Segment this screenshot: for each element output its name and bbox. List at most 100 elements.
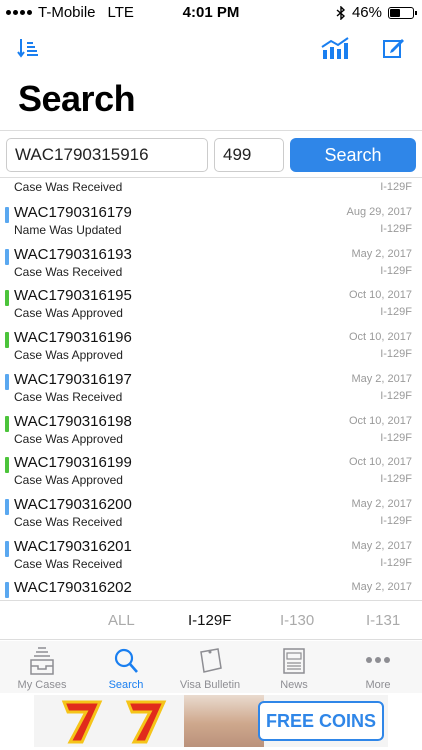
tab-label: My Cases xyxy=(17,679,67,691)
more-dots-icon xyxy=(366,657,390,663)
case-status: Case Was Received xyxy=(14,264,123,279)
list-item[interactable]: WAC1790316202Case Was ReceivedMay 2, 201… xyxy=(0,575,422,598)
tab-label: News xyxy=(280,679,308,691)
case-form: I-129F xyxy=(380,306,412,319)
tab-bar: My Cases Search Visa Bulletin News More xyxy=(0,641,422,693)
status-color-bar xyxy=(5,373,9,390)
filter-i-129f[interactable]: I-129F xyxy=(188,612,231,629)
bluetooth-icon xyxy=(336,5,345,20)
ad-banner[interactable]: FREE COINS xyxy=(0,693,422,750)
case-status: Case Was Approved xyxy=(14,473,123,488)
filter-all[interactable]: ALL xyxy=(108,612,135,629)
case-form: I-129F xyxy=(380,431,412,444)
case-date: Aug 29, 2017 xyxy=(346,206,412,218)
case-form: I-129F xyxy=(380,181,412,193)
tab-label: Search xyxy=(108,679,144,691)
ad-image xyxy=(184,695,264,747)
tab-news[interactable]: News xyxy=(252,641,336,693)
status-color-bar xyxy=(5,498,9,515)
case-form: I-129F xyxy=(380,223,412,235)
tab-label: More xyxy=(365,679,391,691)
case-form: I-129F xyxy=(380,514,412,527)
case-date: Oct 10, 2017 xyxy=(349,289,412,302)
case-number-input[interactable] xyxy=(6,138,208,172)
case-form: I-129F xyxy=(380,348,412,361)
list-item[interactable]: WAC1790316198 Case Was Approved Oct 10, 20… xyxy=(0,409,422,451)
case-status: Case Was Approved xyxy=(14,306,123,321)
case-number: WAC1790316196 xyxy=(14,329,132,347)
case-number: WAC1790316197 xyxy=(14,370,132,388)
case-number: WAC1790316201 xyxy=(14,537,132,555)
case-number: WAC1790316202 xyxy=(14,579,132,597)
tab-more[interactable]: More xyxy=(336,641,420,693)
battery-percent: 46% xyxy=(351,4,382,21)
status-color-bar xyxy=(5,207,9,223)
filter-i-130[interactable]: I-130 xyxy=(280,612,314,629)
sort-icon[interactable] xyxy=(16,36,40,60)
case-number: WAC1790316193 xyxy=(14,245,132,263)
search-icon xyxy=(114,648,138,673)
case-date: May 2, 2017 xyxy=(351,539,412,552)
status-color-bar xyxy=(5,415,9,432)
case-number: WAC1790316200 xyxy=(14,495,132,513)
case-date: Oct 10, 2017 xyxy=(349,414,412,427)
list-item[interactable]: WAC1790316179 Name Was Updated Aug 29, 201… xyxy=(0,200,422,242)
status-color-bar xyxy=(5,540,9,557)
case-status: Case Was Received xyxy=(14,556,123,571)
list-item[interactable]: WAC1790316201 Case Was Received May 2, 201… xyxy=(0,534,422,576)
battery-icon xyxy=(388,6,417,19)
list-item[interactable]: WAC1790316196 Case Was Approved Oct 10, 20… xyxy=(0,325,422,367)
case-number: WAC1790316198 xyxy=(14,412,132,430)
edit-icon[interactable] xyxy=(382,36,406,60)
tab-search[interactable]: Search xyxy=(84,641,168,693)
free-coins-button[interactable]: FREE COINS xyxy=(258,701,384,741)
case-form: I-129F xyxy=(380,556,412,569)
status-color-bar xyxy=(5,248,9,265)
search-bar: Search xyxy=(0,130,422,178)
form-filter-bar: ALL I-129F I-130 I-131 xyxy=(0,600,422,640)
list-item[interactable]: WAC1790316193 Case Was Received May 2, 201… xyxy=(0,242,422,284)
results-list[interactable]: Case Was Received I-129F WAC1790316179 Na… xyxy=(0,178,422,598)
page-title: Search xyxy=(18,78,136,119)
case-number: WAC1790316199 xyxy=(14,454,132,472)
list-item[interactable]: WAC1790316199 Case Was Approved Oct 10, 20… xyxy=(0,450,422,492)
case-status: Name Was Updated xyxy=(14,223,122,237)
status-color-bar xyxy=(5,582,9,598)
status-right: 46% xyxy=(336,4,417,21)
case-date: May 2, 2017 xyxy=(351,497,412,510)
bulletin-note-icon xyxy=(200,648,222,673)
case-date: Oct 10, 2017 xyxy=(349,331,412,344)
status-color-bar xyxy=(5,457,9,474)
case-form: I-129F xyxy=(380,264,412,277)
inbox-tray-icon xyxy=(30,647,54,675)
list-item[interactable]: WAC1790316195 Case Was Approved Oct 10, 20… xyxy=(0,283,422,325)
case-number: WAC1790316179 xyxy=(14,204,132,221)
case-form: I-129F xyxy=(380,389,412,402)
tab-my-cases[interactable]: My Cases xyxy=(0,641,84,693)
list-item[interactable]: WAC1790316197 Case Was Received May 2, 201… xyxy=(0,367,422,409)
status-color-bar xyxy=(5,332,9,349)
case-form: I-129F xyxy=(380,473,412,486)
case-status: Case Was Received xyxy=(14,514,123,529)
ad-content[interactable]: FREE COINS xyxy=(34,695,388,747)
case-date: May 2, 2017 xyxy=(351,581,412,594)
list-item[interactable]: WAC1790316200 Case Was Received May 2, 201… xyxy=(0,492,422,534)
case-status: Case Was Received xyxy=(14,180,123,194)
case-status: Case Was Approved xyxy=(14,348,123,363)
case-number: WAC1790316195 xyxy=(14,287,132,305)
tab-label: Visa Bulletin xyxy=(179,679,241,691)
tab-visa-bulletin[interactable]: Visa Bulletin xyxy=(168,641,252,693)
status-bar: T-Mobile LTE 4:01 PM 46% xyxy=(0,0,422,26)
range-count-input[interactable] xyxy=(214,138,284,172)
newspaper-icon xyxy=(283,648,305,674)
slot-seven-icon xyxy=(61,700,103,744)
filter-i-131[interactable]: I-131 xyxy=(366,612,400,629)
case-date: May 2, 2017 xyxy=(351,247,412,260)
case-date: Oct 10, 2017 xyxy=(349,456,412,469)
status-color-bar xyxy=(5,290,9,307)
slot-seven-icon xyxy=(125,700,167,744)
case-status: Case Was Approved xyxy=(14,431,123,446)
search-button[interactable]: Search xyxy=(290,138,416,172)
case-date: May 2, 2017 xyxy=(351,372,412,385)
stats-chart-icon[interactable] xyxy=(320,36,350,60)
